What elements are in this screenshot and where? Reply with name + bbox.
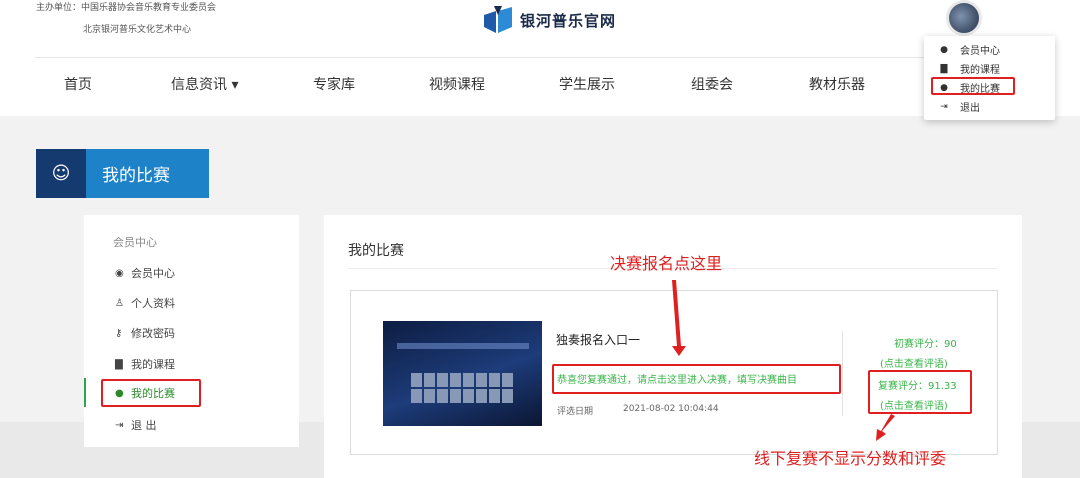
annotation-arrows xyxy=(672,280,895,441)
arrow-up-icon xyxy=(876,414,895,441)
arrow-down-icon xyxy=(672,280,686,356)
